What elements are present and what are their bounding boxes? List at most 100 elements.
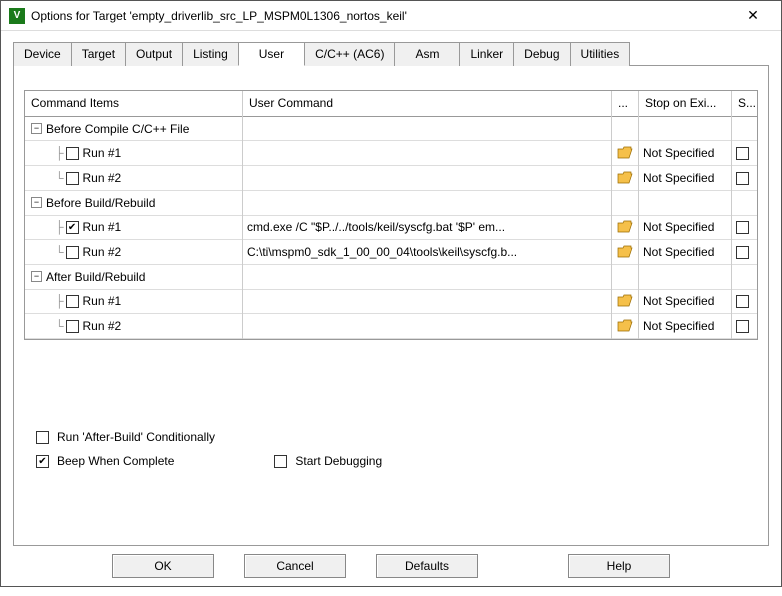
hdr-command-items: Command Items [25, 91, 242, 117]
tab-device[interactable]: Device [13, 42, 72, 66]
section-label: After Build/Rebuild [46, 270, 145, 284]
row-label: Run #2 [83, 245, 122, 259]
col-spawn: S... [732, 91, 757, 339]
stop-cell [639, 117, 731, 142]
opt-label: Start Debugging [295, 454, 382, 468]
checkbox-run1[interactable] [66, 295, 79, 308]
folder-icon [616, 220, 634, 235]
cmd-input[interactable]: C:\ti\mspm0_sdk_1_00_00_04\tools\keil\sy… [243, 240, 611, 265]
browse-button[interactable] [612, 166, 638, 191]
checkbox-run1[interactable] [66, 147, 79, 160]
folder-icon [616, 319, 634, 334]
window-title: Options for Target 'empty_driverlib_src_… [31, 9, 733, 23]
spawn-cell [732, 191, 757, 216]
tab-output[interactable]: Output [125, 42, 183, 66]
browse-button[interactable] [612, 240, 638, 265]
checkbox-run2[interactable] [66, 172, 79, 185]
dialog-button-bar: OK Cancel Defaults Help [1, 554, 781, 578]
spawn-checkbox[interactable] [736, 246, 749, 259]
stop-cell [639, 265, 731, 290]
tab-linker[interactable]: Linker [459, 42, 514, 66]
hdr-stop-on-exit: Stop on Exi... [639, 91, 731, 117]
hdr-user-command: User Command [243, 91, 611, 117]
row-after-build-run1[interactable]: ├ Run #1 [25, 290, 242, 315]
section-after-build[interactable]: − After Build/Rebuild [25, 265, 242, 290]
row-before-build-run1[interactable]: ├ ✔ Run #1 [25, 216, 242, 241]
spawn-checkbox[interactable] [736, 295, 749, 308]
tree-line-icon: └ [55, 245, 64, 259]
browse-button[interactable] [612, 314, 638, 339]
browse-button[interactable] [612, 141, 638, 166]
browse-button[interactable] [612, 216, 638, 241]
cmd-input[interactable] [243, 314, 611, 339]
spawn-checkbox-cell [732, 314, 757, 339]
opt-row-second: ✔ Beep When Complete Start Debugging [36, 454, 758, 468]
checkbox-start-debugging[interactable] [274, 455, 287, 468]
browse-cell [612, 265, 638, 290]
checkbox-run-after-build-cond[interactable] [36, 431, 49, 444]
minus-icon[interactable]: − [31, 123, 42, 134]
folder-icon [616, 245, 634, 260]
spawn-checkbox-cell [732, 141, 757, 166]
spawn-cell [732, 265, 757, 290]
opt-label: Beep When Complete [57, 454, 174, 468]
spawn-checkbox[interactable] [736, 147, 749, 160]
minus-icon[interactable]: − [31, 197, 42, 208]
tab-listing[interactable]: Listing [182, 42, 239, 66]
ok-button[interactable]: OK [112, 554, 214, 578]
stop-dropdown[interactable]: Not Specified [639, 216, 731, 241]
stop-dropdown[interactable]: Not Specified [639, 166, 731, 191]
checkbox-run1-checked[interactable]: ✔ [66, 221, 79, 234]
tab-cpp[interactable]: C/C++ (AC6) [304, 42, 395, 66]
spawn-cell [732, 117, 757, 142]
stop-cell [639, 191, 731, 216]
row-label: Run #1 [83, 220, 122, 234]
defaults-button[interactable]: Defaults [376, 554, 478, 578]
row-before-compile-run1[interactable]: ├ Run #1 [25, 141, 242, 166]
titlebar: V Options for Target 'empty_driverlib_sr… [1, 1, 781, 31]
browse-cell [612, 191, 638, 216]
cancel-button[interactable]: Cancel [244, 554, 346, 578]
row-label: Run #1 [83, 146, 122, 160]
stop-dropdown[interactable]: Not Specified [639, 314, 731, 339]
browse-button[interactable] [612, 290, 638, 315]
col-user-command: User Command cmd.exe /C "$P../../tools/k… [243, 91, 612, 339]
tab-strip: Device Target Output Listing User C/C++ … [13, 41, 769, 66]
stop-dropdown[interactable]: Not Specified [639, 240, 731, 265]
tab-utilities[interactable]: Utilities [570, 42, 631, 66]
command-grid: Command Items − Before Compile C/C++ Fil… [24, 90, 758, 340]
tab-user[interactable]: User [238, 42, 305, 66]
spawn-checkbox[interactable] [736, 221, 749, 234]
checkbox-run2[interactable] [66, 320, 79, 333]
cmd-cell [243, 265, 611, 290]
cmd-input[interactable] [243, 166, 611, 191]
row-after-build-run2[interactable]: └ Run #2 [25, 314, 242, 339]
section-before-compile[interactable]: − Before Compile C/C++ File [25, 117, 242, 142]
tab-asm[interactable]: Asm [394, 42, 460, 66]
row-before-compile-run2[interactable]: └ Run #2 [25, 166, 242, 191]
tab-target[interactable]: Target [71, 42, 126, 66]
spawn-checkbox[interactable] [736, 172, 749, 185]
row-before-build-run2[interactable]: └ Run #2 [25, 240, 242, 265]
stop-dropdown[interactable]: Not Specified [639, 290, 731, 315]
hdr-spawn: S... [732, 91, 757, 117]
minus-icon[interactable]: − [31, 271, 42, 282]
spawn-checkbox[interactable] [736, 320, 749, 333]
folder-icon [616, 146, 634, 161]
cmd-input[interactable] [243, 290, 611, 315]
row-label: Run #2 [83, 319, 122, 333]
user-panel: Command Items − Before Compile C/C++ Fil… [13, 66, 769, 546]
options-dialog: V Options for Target 'empty_driverlib_sr… [0, 0, 782, 587]
stop-dropdown[interactable]: Not Specified [639, 141, 731, 166]
spawn-checkbox-cell [732, 166, 757, 191]
hdr-browse: ... [612, 91, 638, 117]
tab-debug[interactable]: Debug [513, 42, 570, 66]
checkbox-run2[interactable] [66, 246, 79, 259]
help-button[interactable]: Help [568, 554, 670, 578]
close-button[interactable]: ✕ [733, 2, 773, 30]
cmd-input[interactable] [243, 141, 611, 166]
section-before-build[interactable]: − Before Build/Rebuild [25, 191, 242, 216]
cmd-input[interactable]: cmd.exe /C "$P../../tools/keil/syscfg.ba… [243, 216, 611, 241]
checkbox-beep-when-complete[interactable]: ✔ [36, 455, 49, 468]
tree-line-icon: └ [55, 319, 64, 333]
